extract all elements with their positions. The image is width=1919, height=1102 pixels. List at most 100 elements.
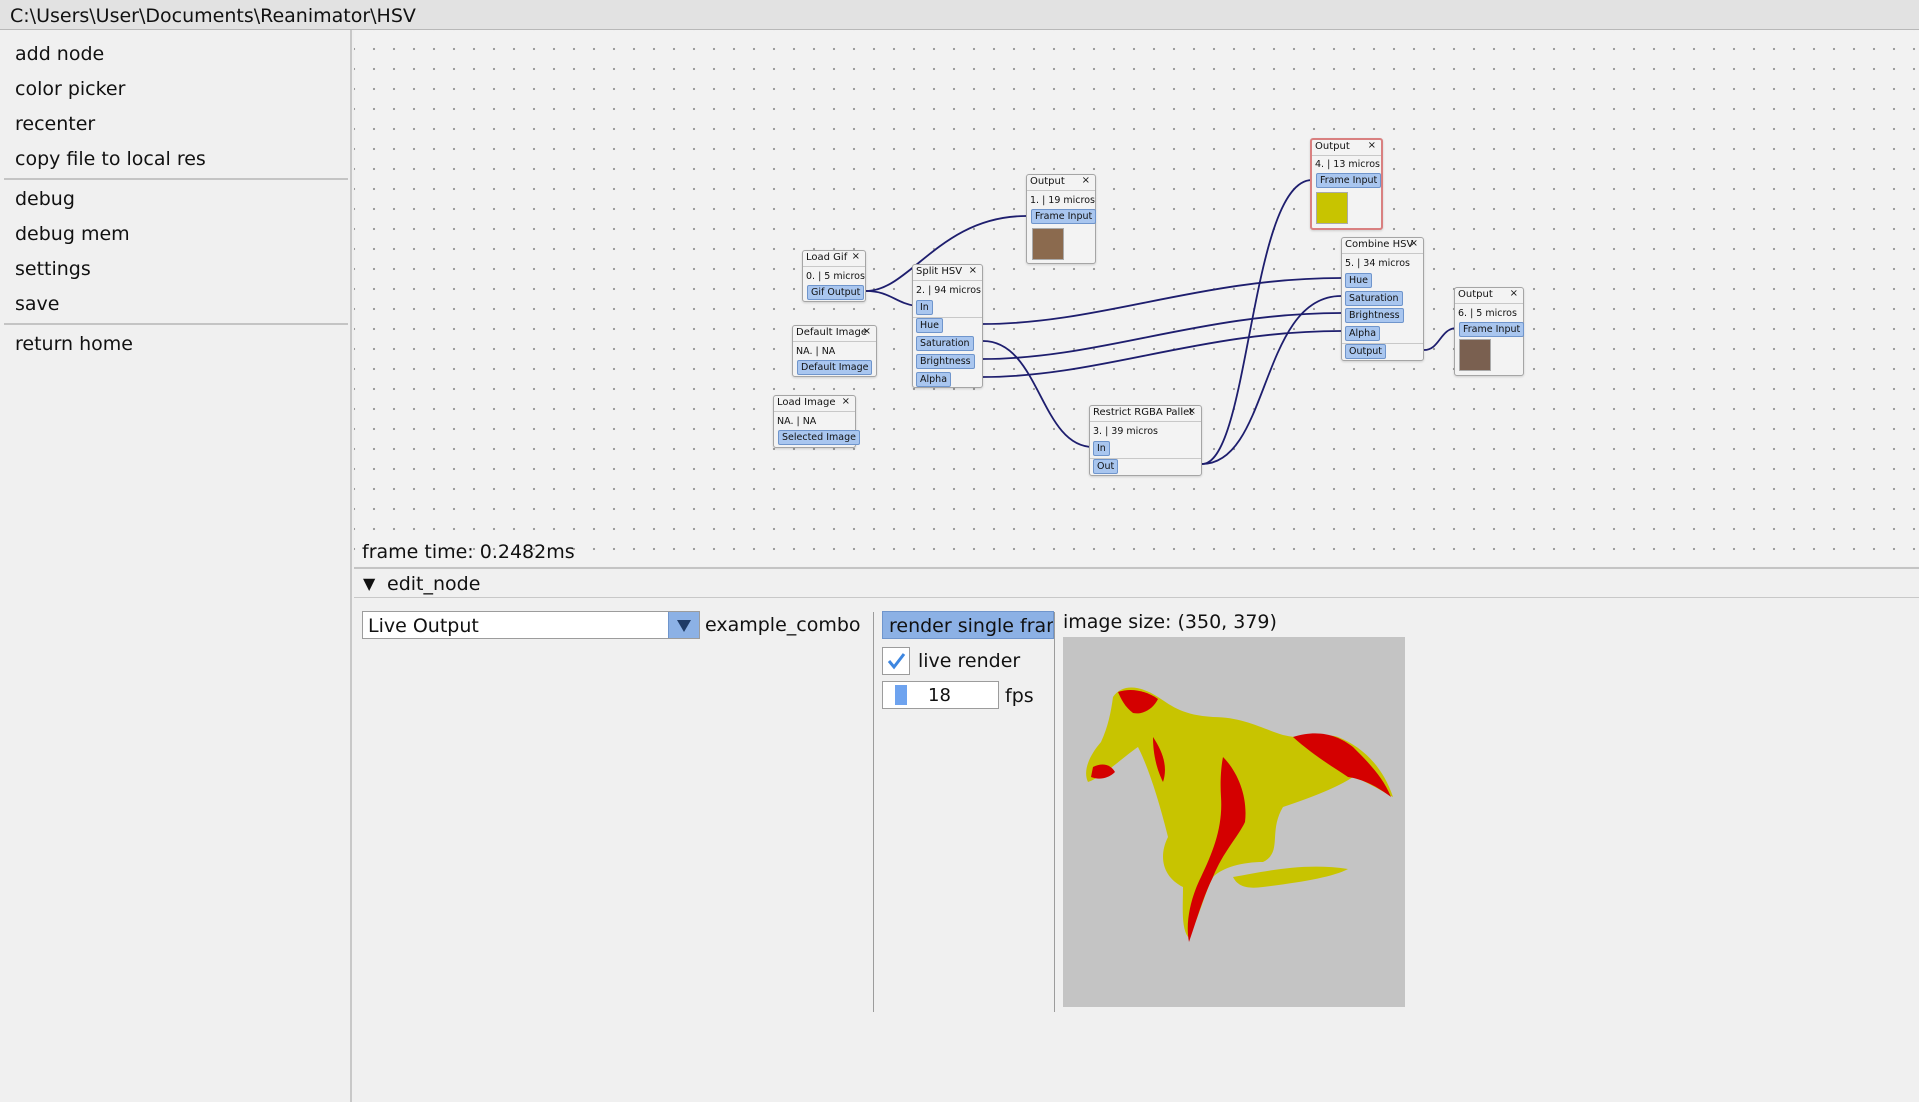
menu-debug[interactable]: debug xyxy=(15,188,75,210)
output-thumbnail xyxy=(1316,192,1348,224)
pin-output[interactable]: Output xyxy=(1345,344,1386,359)
horse-preview-image xyxy=(1086,687,1393,942)
pin-out[interactable]: Out xyxy=(1093,459,1119,474)
sidebar: add node color picker recenter copy file… xyxy=(0,30,352,1102)
chevron-down-icon[interactable] xyxy=(668,612,699,638)
node-title: Split HSV xyxy=(916,266,963,277)
node-output-6[interactable]: Output × 6. | 5 micros Frame Input xyxy=(1454,287,1525,376)
node-timing: 3. | 39 micros xyxy=(1093,426,1158,437)
node-output-1[interactable]: Output × 1. | 19 micros Frame Input xyxy=(1026,174,1097,264)
column-divider xyxy=(873,612,874,1012)
pin-brightness[interactable]: Brightness xyxy=(916,354,975,369)
close-icon[interactable]: × xyxy=(842,396,850,407)
node-header[interactable]: Load Image × xyxy=(774,396,855,412)
pin-saturation[interactable]: Saturation xyxy=(916,336,974,351)
fps-value: 18 xyxy=(928,685,951,706)
sidebar-divider xyxy=(4,178,348,180)
close-icon[interactable]: × xyxy=(1188,406,1196,417)
node-load-gif[interactable]: Load Gif × 0. | 5 micros Gif Output xyxy=(802,250,866,302)
node-restrict-rgba-pallet[interactable]: Restrict RGBA Pallet × 3. | 39 micros In… xyxy=(1089,405,1202,476)
close-icon[interactable]: × xyxy=(1510,288,1518,299)
fps-label: fps xyxy=(1005,685,1034,707)
node-output-4[interactable]: Output × 4. | 13 micros Frame Input xyxy=(1310,138,1383,230)
node-header[interactable]: Output × xyxy=(1455,288,1523,304)
pin-alpha[interactable]: Alpha xyxy=(1345,326,1381,341)
frame-time: frame time: 0.2482ms xyxy=(362,541,575,563)
image-size-label: image size: (350, 379) xyxy=(1063,611,1277,633)
pin-default-image[interactable]: Default Image xyxy=(797,360,873,375)
node-timing: NA. | NA xyxy=(777,416,817,427)
output-thumbnail xyxy=(1459,339,1491,371)
fps-slider[interactable]: 18 xyxy=(882,681,999,709)
node-title: Load Image xyxy=(777,397,836,408)
pin-frame-input[interactable]: Frame Input xyxy=(1459,322,1525,337)
checkmark-icon xyxy=(887,653,906,670)
node-timing: 4. | 13 micros xyxy=(1315,159,1380,170)
close-icon[interactable]: × xyxy=(1082,175,1090,186)
node-combine-hsv[interactable]: Combine HSV × 5. | 34 micros Hue Saturat… xyxy=(1341,237,1424,361)
node-title: Output xyxy=(1030,176,1065,187)
render-single-frame-button[interactable]: render single frame xyxy=(882,611,1054,639)
close-icon[interactable]: × xyxy=(852,251,860,262)
pin-frame-input[interactable]: Frame Input xyxy=(1316,173,1382,188)
node-load-image[interactable]: Load Image × NA. | NA Selected Image xyxy=(773,395,860,448)
pin-saturation[interactable]: Saturation xyxy=(1345,291,1403,306)
pin-in[interactable]: In xyxy=(916,300,933,315)
node-graph-canvas[interactable] xyxy=(354,30,1919,566)
node-default-image[interactable]: Default Image × NA. | NA Default Image xyxy=(792,325,877,377)
output-mode-combo[interactable]: Live Output xyxy=(362,611,700,639)
pin-gif-output[interactable]: Gif Output xyxy=(807,285,865,300)
node-header[interactable]: Combine HSV × xyxy=(1342,238,1423,254)
node-title: Combine HSV xyxy=(1345,239,1414,250)
node-header[interactable]: Output × xyxy=(1312,140,1381,156)
menu-settings[interactable]: settings xyxy=(15,258,91,280)
output-thumbnail xyxy=(1032,228,1064,260)
menu-color-picker[interactable]: color picker xyxy=(15,78,125,100)
node-timing: 6. | 5 micros xyxy=(1458,308,1517,319)
menu-add-node[interactable]: add node xyxy=(15,43,104,65)
pin-brightness[interactable]: Brightness xyxy=(1345,308,1404,323)
menu-save[interactable]: save xyxy=(15,293,59,315)
pin-hue[interactable]: Hue xyxy=(916,318,944,333)
combo-value: Live Output xyxy=(368,615,479,637)
menu-recenter[interactable]: recenter xyxy=(15,113,95,135)
node-header[interactable]: Load Gif × xyxy=(803,251,865,267)
pin-in[interactable]: In xyxy=(1093,441,1110,456)
window-title: C:\Users\User\Documents\Reanimator\HSV xyxy=(10,5,416,27)
close-icon[interactable]: × xyxy=(1410,238,1418,249)
node-timing: NA. | NA xyxy=(796,346,836,357)
pin-frame-input[interactable]: Frame Input xyxy=(1031,209,1097,224)
node-header[interactable]: Restrict RGBA Pallet × xyxy=(1090,406,1201,422)
node-header[interactable]: Output × xyxy=(1027,175,1095,191)
node-title: Output xyxy=(1458,289,1493,300)
node-timing: 2. | 94 micros xyxy=(916,285,981,296)
node-title: Output xyxy=(1315,141,1350,152)
column-divider xyxy=(1054,612,1055,1012)
node-timing: 1. | 19 micros xyxy=(1030,195,1095,206)
menu-debug-mem[interactable]: debug mem xyxy=(15,223,130,245)
live-render-checkbox[interactable] xyxy=(882,647,910,675)
close-icon[interactable]: × xyxy=(969,265,977,276)
menu-return-home[interactable]: return home xyxy=(15,333,133,355)
edit-node-header[interactable]: ▼ edit_node xyxy=(354,570,1919,598)
close-icon[interactable]: × xyxy=(863,326,871,337)
pin-selected-image[interactable]: Selected Image xyxy=(778,430,860,445)
node-timing: 5. | 34 micros xyxy=(1345,258,1410,269)
collapse-triangle-icon[interactable]: ▼ xyxy=(363,574,375,593)
edit-node-title: edit_node xyxy=(387,573,481,595)
slider-grab[interactable] xyxy=(895,685,907,705)
pin-alpha[interactable]: Alpha xyxy=(916,372,952,387)
node-header[interactable]: Default Image × xyxy=(793,326,876,342)
menu-copy-file[interactable]: copy file to local res xyxy=(15,148,206,170)
close-icon[interactable]: × xyxy=(1368,140,1376,151)
node-title: Load Gif xyxy=(806,252,848,263)
node-title: Default Image xyxy=(796,327,868,338)
node-split-hsv[interactable]: Split HSV × 2. | 94 micros In Hue Satura… xyxy=(912,264,983,388)
node-title: Restrict RGBA Pallet xyxy=(1093,407,1194,418)
pin-hue[interactable]: Hue xyxy=(1345,273,1373,288)
panel-splitter[interactable] xyxy=(354,567,1919,569)
node-timing: 0. | 5 micros xyxy=(806,271,865,282)
sidebar-divider xyxy=(4,323,348,325)
combo-label: example_combo xyxy=(705,614,861,636)
node-header[interactable]: Split HSV × xyxy=(913,265,982,281)
